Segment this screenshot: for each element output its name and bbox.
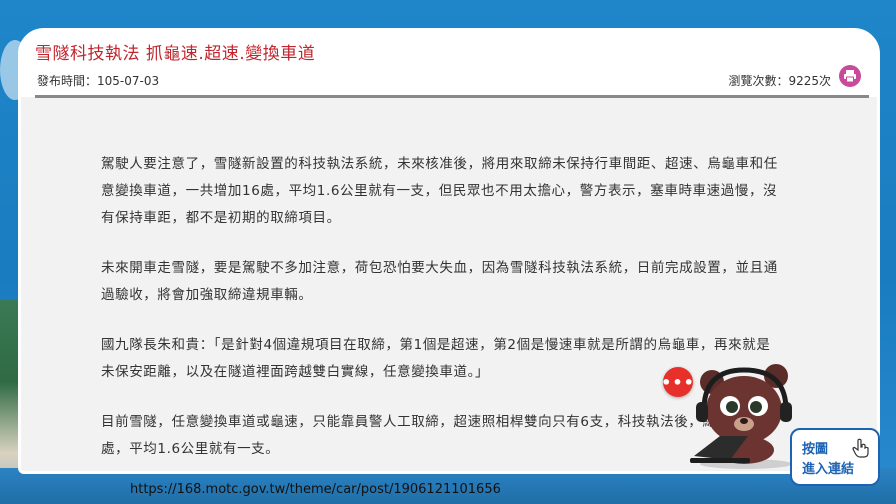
publish-label: 發布時間：	[37, 74, 98, 88]
printer-icon	[844, 70, 856, 83]
print-button[interactable]	[839, 65, 861, 87]
source-url: https://168.motc.gov.tw/theme/car/post/1…	[130, 482, 501, 497]
article-body: 駕駛人要注意了，雪隧新設置的科技執法系統，未來核准後，將用來取締未保持行車間距、…	[101, 151, 781, 471]
article-header: 雪隧科技執法 抓龜速.超速.變換車道 發布時間：105-07-03 瀏覽次數：9…	[21, 31, 877, 97]
views-value: 9225次	[788, 74, 831, 88]
bear-mascot-illustration	[690, 364, 792, 469]
publish-info: 發布時間：105-07-03	[37, 72, 159, 89]
article-title: 雪隧科技執法 抓龜速.超速.變換車道	[35, 44, 316, 64]
enter-link-button[interactable]: 按圖 進入連結	[790, 428, 880, 486]
views-label: 瀏覽次數：	[728, 74, 789, 88]
chat-button[interactable]: •••	[661, 367, 694, 397]
header-divider	[35, 95, 869, 98]
paragraph: 駕駛人要注意了，雪隧新設置的科技執法系統，未來核准後，將用來取締未保持行車間距、…	[101, 156, 778, 226]
paragraph: 目前雪隧，任意變換車道或龜速，只能靠員警人工取締，超速照相桿雙向只有6支，科技執…	[101, 414, 778, 457]
view-count: 瀏覽次數：9225次	[728, 72, 831, 89]
link-label-line2: 進入連結	[802, 462, 855, 477]
publish-date: 105-07-03	[97, 74, 160, 88]
hand-pointer-icon	[852, 438, 869, 458]
paragraph: 未來開車走雪隧，要是駕駛不多加注意，荷包恐怕要大失血，因為雪隧科技執法系統，日前…	[101, 260, 778, 303]
